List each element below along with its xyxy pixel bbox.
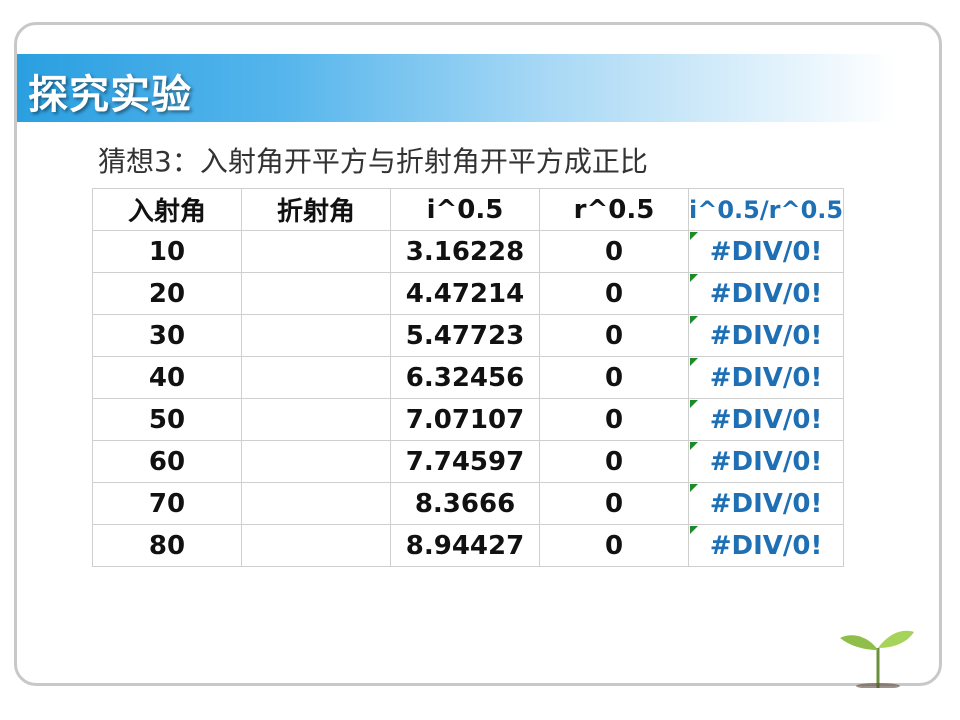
cell-incident-angle[interactable]: 60 bbox=[92, 440, 242, 483]
cell-ratio[interactable]: #DIV/0! bbox=[687, 314, 845, 357]
cell-incident-angle[interactable]: 40 bbox=[92, 356, 242, 399]
cell-refraction-angle[interactable] bbox=[241, 230, 391, 273]
cell-refraction-angle[interactable] bbox=[241, 524, 391, 567]
header-r-sqrt: r^0.5 bbox=[539, 188, 689, 231]
header-i-sqrt: i^0.5 bbox=[390, 188, 540, 231]
error-flag-icon bbox=[690, 232, 698, 240]
cell-refraction-angle[interactable] bbox=[241, 356, 391, 399]
cell-r-sqrt[interactable]: 0 bbox=[539, 314, 689, 357]
cell-incident-angle[interactable]: 50 bbox=[92, 398, 242, 441]
table-row: 10 3.16228 0 #DIV/0! bbox=[92, 230, 845, 273]
cell-i-sqrt[interactable]: 6.32456 bbox=[390, 356, 540, 399]
cell-incident-angle[interactable]: 30 bbox=[92, 314, 242, 357]
cell-incident-angle[interactable]: 20 bbox=[92, 272, 242, 315]
cell-r-sqrt[interactable]: 0 bbox=[539, 482, 689, 525]
cell-r-sqrt[interactable]: 0 bbox=[539, 440, 689, 483]
cell-ratio-value: #DIV/0! bbox=[709, 278, 823, 309]
cell-i-sqrt[interactable]: 7.74597 bbox=[390, 440, 540, 483]
cell-ratio[interactable]: #DIV/0! bbox=[687, 230, 845, 273]
header-refraction-angle: 折射角 bbox=[241, 188, 391, 231]
error-flag-icon bbox=[690, 316, 698, 324]
cell-r-sqrt[interactable]: 0 bbox=[539, 524, 689, 567]
cell-i-sqrt[interactable]: 4.47214 bbox=[390, 272, 540, 315]
cell-i-sqrt[interactable]: 8.94427 bbox=[390, 524, 540, 567]
cell-refraction-angle[interactable] bbox=[241, 398, 391, 441]
error-flag-icon bbox=[690, 358, 698, 366]
cell-ratio-value: #DIV/0! bbox=[709, 236, 823, 267]
cell-refraction-angle[interactable] bbox=[241, 482, 391, 525]
cell-r-sqrt[interactable]: 0 bbox=[539, 272, 689, 315]
cell-ratio[interactable]: #DIV/0! bbox=[687, 398, 845, 441]
cell-refraction-angle[interactable] bbox=[241, 440, 391, 483]
cell-ratio[interactable]: #DIV/0! bbox=[687, 482, 845, 525]
cell-incident-angle[interactable]: 10 bbox=[92, 230, 242, 273]
cell-ratio-value: #DIV/0! bbox=[709, 530, 823, 561]
error-flag-icon bbox=[690, 442, 698, 450]
page-title: 探究实验 bbox=[28, 72, 192, 118]
cell-ratio[interactable]: #DIV/0! bbox=[687, 524, 845, 567]
cell-i-sqrt[interactable]: 7.07107 bbox=[390, 398, 540, 441]
error-flag-icon bbox=[690, 400, 698, 408]
cell-incident-angle[interactable]: 80 bbox=[92, 524, 242, 567]
cell-refraction-angle[interactable] bbox=[241, 272, 391, 315]
cell-ratio-value: #DIV/0! bbox=[709, 446, 823, 477]
cell-incident-angle[interactable]: 70 bbox=[92, 482, 242, 525]
cell-refraction-angle[interactable] bbox=[241, 314, 391, 357]
error-flag-icon bbox=[690, 484, 698, 492]
cell-ratio-value: #DIV/0! bbox=[709, 404, 823, 435]
cell-ratio[interactable]: #DIV/0! bbox=[687, 356, 845, 399]
table-row: 40 6.32456 0 #DIV/0! bbox=[92, 356, 845, 399]
header-incident-angle: 入射角 bbox=[92, 188, 242, 231]
table-row: 50 7.07107 0 #DIV/0! bbox=[92, 398, 845, 441]
cell-i-sqrt[interactable]: 8.3666 bbox=[390, 482, 540, 525]
cell-i-sqrt[interactable]: 5.47723 bbox=[390, 314, 540, 357]
table-header-row: 入射角 折射角 i^0.5 r^0.5 i^0.5/r^0.5 bbox=[92, 188, 845, 231]
cell-ratio-value: #DIV/0! bbox=[709, 362, 823, 393]
table-row: 30 5.47723 0 #DIV/0! bbox=[92, 314, 845, 357]
error-flag-icon bbox=[690, 274, 698, 282]
table-row: 60 7.74597 0 #DIV/0! bbox=[92, 440, 845, 483]
cell-ratio[interactable]: #DIV/0! bbox=[687, 272, 845, 315]
hypothesis-subtitle: 猜想3：入射角开平方与折射角开平方成正比 bbox=[98, 145, 648, 178]
error-flag-icon bbox=[690, 526, 698, 534]
data-table: 入射角 折射角 i^0.5 r^0.5 i^0.5/r^0.5 10 3.162… bbox=[92, 188, 845, 567]
cell-r-sqrt[interactable]: 0 bbox=[539, 356, 689, 399]
table-row: 20 4.47214 0 #DIV/0! bbox=[92, 272, 845, 315]
cell-ratio[interactable]: #DIV/0! bbox=[687, 440, 845, 483]
cell-i-sqrt[interactable]: 3.16228 bbox=[390, 230, 540, 273]
table-row: 70 8.3666 0 #DIV/0! bbox=[92, 482, 845, 525]
sprout-icon bbox=[840, 630, 914, 688]
cell-ratio-value: #DIV/0! bbox=[709, 488, 823, 519]
cell-ratio-value: #DIV/0! bbox=[709, 320, 823, 351]
cell-r-sqrt[interactable]: 0 bbox=[539, 230, 689, 273]
header-ratio: i^0.5/r^0.5 bbox=[687, 188, 845, 231]
cell-r-sqrt[interactable]: 0 bbox=[539, 398, 689, 441]
table-row: 80 8.94427 0 #DIV/0! bbox=[92, 524, 845, 567]
